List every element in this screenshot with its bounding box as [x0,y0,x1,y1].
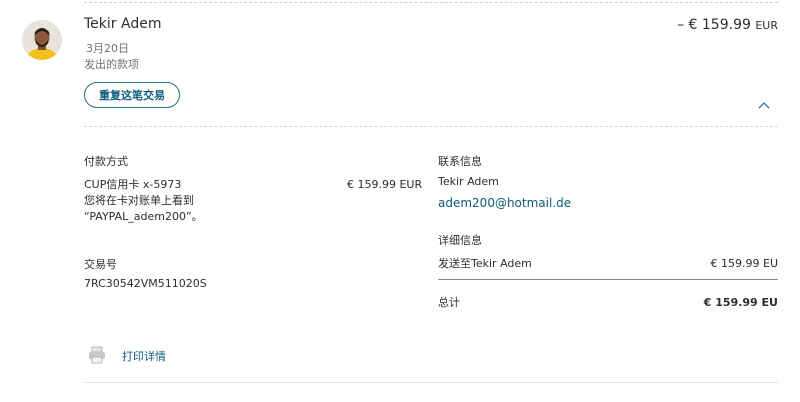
statement-descriptor: “PAYPAL_adem200”。 [84,210,203,223]
avatar [22,20,62,60]
chevron-up-icon[interactable] [758,94,770,109]
transaction-type: 发出的款项 [84,58,139,71]
contact-name: Tekir Adem [438,175,499,188]
repeat-transaction-button[interactable]: 重复这笔交易 [84,82,180,108]
recipient-name: Tekir Adem [84,16,162,32]
contact-email[interactable]: adem200@hotmail.de [438,196,571,210]
transaction-id: 7RC30542VM511020S [84,277,207,290]
bottom-divider [84,382,778,383]
section-divider [84,126,778,127]
amount-currency: EUR [755,19,778,32]
sent-to-label: 发送至Tekir Adem [438,257,532,270]
transaction-amount: – € 159.99 EUR [677,17,778,33]
details-divider [438,279,778,280]
payment-method-card: CUP信用卡 x-5973 [84,178,182,191]
printer-icon[interactable] [88,346,106,364]
details-heading: 详细信息 [438,234,482,247]
contact-heading: 联系信息 [438,155,482,168]
amount-value: – € 159.99 [677,17,751,33]
statement-note: 您将在卡对账单上看到 [84,194,194,207]
top-divider [84,2,778,3]
transaction-date: 3月20日 [86,42,129,55]
print-details-link[interactable]: 打印详情 [122,348,166,364]
transaction-id-heading: 交易号 [84,258,117,271]
total-amount: € 159.99 EU [703,296,778,309]
payment-method-heading: 付款方式 [84,155,128,168]
sent-to-amount: € 159.99 EU [710,257,778,270]
payment-amount: € 159.99 EUR [347,178,423,191]
total-label: 总计 [438,296,460,309]
